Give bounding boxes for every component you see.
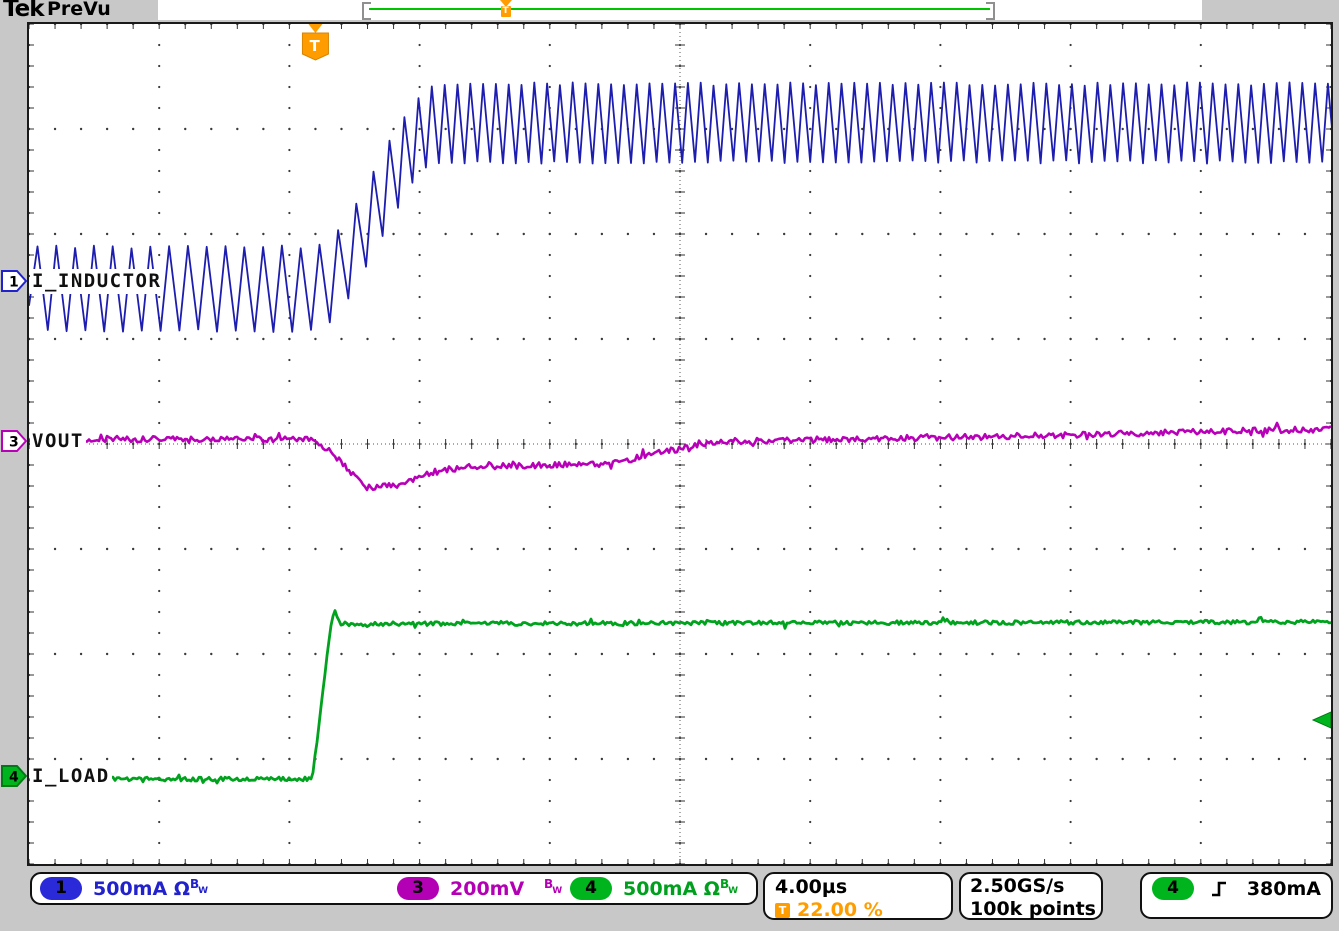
svg-text:4: 4 — [9, 770, 19, 786]
ch1-position-marker[interactable]: 1 — [1, 270, 27, 292]
ch3-readout[interactable]: 3 200mV BW — [397, 874, 562, 903]
waveform-plot: T — [29, 24, 1331, 864]
omega-coupling-icon: Ω — [174, 878, 190, 900]
ch1-scale-readout: 500mA ΩBW — [93, 877, 208, 900]
trigger-t-icon: T — [501, 6, 511, 17]
ch4-readout[interactable]: 4 500mA ΩBW — [570, 874, 738, 903]
record-length-readout: 100k points — [970, 898, 1101, 920]
ch3-position-marker[interactable]: 3 — [1, 430, 27, 452]
waveform-label-ch4: I_LOAD — [30, 764, 112, 789]
acquisition-mode-label: PreVu — [47, 0, 111, 20]
acquisition-readout-box[interactable]: 2.50GS/s 100k points — [959, 872, 1103, 920]
timebase-readout-box[interactable]: 4.00µs T 22.00 % — [763, 872, 953, 920]
oscilloscope-screen: Tek PreVu T T I_INDUCTOR VOUT I_LOAD 1 3… — [0, 0, 1339, 931]
trigger-source-badge[interactable]: 4 — [1152, 877, 1194, 900]
waveform-label-ch1: I_INDUCTOR — [30, 269, 163, 294]
record-view-strip — [158, 0, 1202, 20]
grid-dots — [29, 24, 1331, 864]
trigger-position-icon: T — [775, 903, 790, 918]
svg-text:1: 1 — [9, 275, 19, 291]
svg-text:3: 3 — [9, 435, 19, 451]
timebase-scale: 4.00µs — [775, 876, 951, 898]
record-view-left-bracket[interactable] — [362, 2, 371, 20]
trigger-position-readout: 22.00 % — [797, 899, 883, 921]
waveform-label-ch3: VOUT — [30, 429, 86, 454]
trigger-flag-letter: T — [309, 37, 320, 55]
trigger-level-readout: 380mA — [1247, 878, 1321, 900]
ch4-badge[interactable]: 4 — [570, 877, 612, 900]
omega-coupling-icon: Ω — [704, 878, 720, 900]
trace-i_inductor — [29, 82, 1331, 332]
sample-rate-readout: 2.50GS/s — [970, 875, 1101, 897]
trigger-level-arrow-icon[interactable] — [1313, 712, 1331, 728]
waveform-traces — [29, 82, 1331, 784]
channel-readouts-box: 1 500mA ΩBW 3 200mV BW 4 500mA ΩBW — [30, 872, 758, 905]
record-view-trigger-marker-icon[interactable]: T — [500, 0, 512, 18]
ch1-badge[interactable]: 1 — [40, 877, 82, 900]
ch3-badge[interactable]: 3 — [397, 877, 439, 900]
record-view-right-bracket[interactable] — [986, 2, 995, 20]
ch4-scale-readout: 500mA ΩBW — [623, 877, 738, 900]
ch3-scale-readout: 200mV BW — [450, 877, 562, 900]
ch1-readout[interactable]: 1 500mA ΩBW — [40, 874, 208, 903]
tek-logo: Tek — [3, 0, 44, 22]
graticule: T I_INDUCTOR VOUT I_LOAD — [27, 22, 1333, 866]
trigger-readout-box[interactable]: 4 380mA — [1140, 872, 1333, 919]
rising-edge-icon — [1209, 879, 1231, 899]
trigger-position-arrow-icon[interactable] — [308, 24, 322, 33]
record-view-waveform-line — [369, 8, 990, 10]
ch4-position-marker[interactable]: 4 — [1, 765, 27, 787]
